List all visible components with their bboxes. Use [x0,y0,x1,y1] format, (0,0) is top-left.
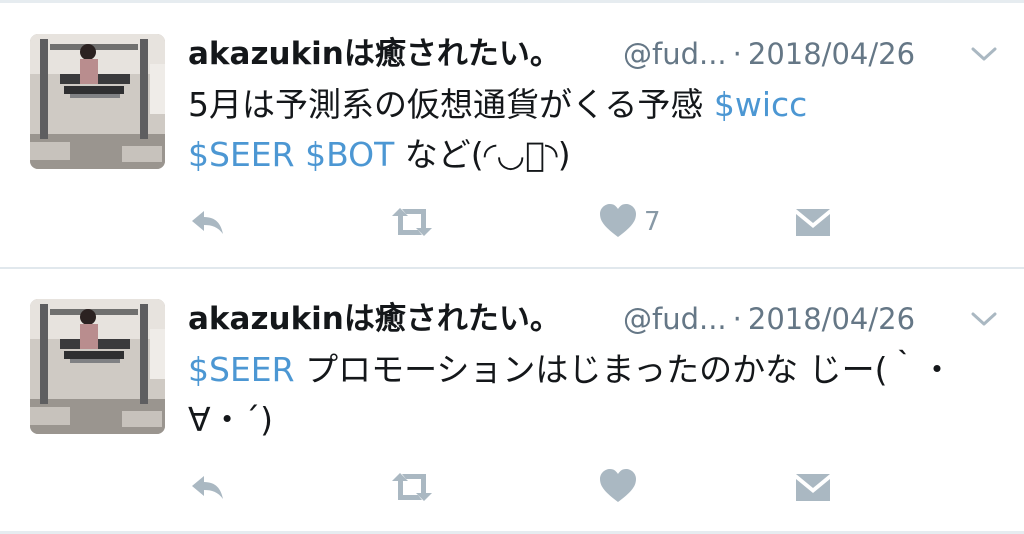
tweet-text-part: 5月は予測系の仮想通貨がくる予感 [188,85,714,124]
tweet-header: akazukinは癒されたい。 @fud... · 2018/04/26 [188,297,1008,341]
cashtag-link[interactable]: $SEER [188,135,295,174]
avatar-photo [30,299,165,434]
author-name[interactable]: akazukinは癒されたい。 [188,297,561,341]
tweet-text-part: など(◜◡͐◝) [394,135,571,174]
avatar[interactable] [30,34,165,169]
top-border [0,0,1024,3]
heart-icon [600,204,636,237]
cashtag-link[interactable]: $SEER [188,350,295,389]
tweet-date[interactable]: 2018/04/26 [748,37,915,71]
author-handle[interactable]: @fud... [623,37,727,71]
avatar-photo [30,34,165,169]
reply-button[interactable] [188,202,228,242]
chevron-down-icon[interactable] [971,311,997,327]
meta-separator: · [732,302,742,336]
tweet-meta: @fud... · 2018/04/26 [623,32,915,76]
retweet-icon [392,473,432,501]
direct-message-button[interactable] [794,202,832,242]
retweet-icon [392,208,432,236]
cashtag-link[interactable]: $wicc [714,85,807,124]
author-name[interactable]: akazukinは癒されたい。 [188,32,561,76]
like-count: 7 [644,207,661,237]
direct-message-button[interactable] [794,467,832,507]
tweet-actions: 7 [188,202,848,242]
meta-separator: · [732,37,742,71]
tweet-1[interactable]: akazukinは癒されたい。 @fud... · 2018/04/26 5月は予測… [0,4,1024,266]
reply-arrow-icon [192,476,223,499]
heart-icon [600,469,636,502]
envelope-icon [796,474,830,501]
envelope-icon [796,209,830,236]
chevron-down-icon[interactable] [971,46,997,62]
retweet-button[interactable] [388,467,436,507]
tweet-text-part: プロモーションはじまったのかな じー(｀・∀・´) [188,350,954,439]
author-handle[interactable]: @fud... [623,302,727,336]
tweet-text: 5月は予測系の仮想通貨がくる予感 $wicc $SEER $BOT など(◜◡͐◝… [188,80,988,180]
tweet-text-part [295,135,306,174]
reply-button[interactable] [188,467,228,507]
like-button[interactable] [598,467,638,507]
reply-arrow-icon [192,211,223,234]
avatar[interactable] [30,299,165,434]
tweet-actions [188,467,848,507]
cashtag-link[interactable]: $BOT [305,135,394,174]
tweet-header: akazukinは癒されたい。 @fud... · 2018/04/26 [188,32,1008,76]
tweet-date[interactable]: 2018/04/26 [748,302,915,336]
like-button[interactable]: 7 [598,202,661,242]
tweet-text: $SEER プロモーションはじまったのかな じー(｀・∀・´) [188,345,988,445]
retweet-button[interactable] [388,202,436,242]
tweet-meta: @fud... · 2018/04/26 [623,297,915,341]
tweet-2[interactable]: akazukinは癒されたい。 @fud... · 2018/04/26 $SEER… [0,269,1024,531]
